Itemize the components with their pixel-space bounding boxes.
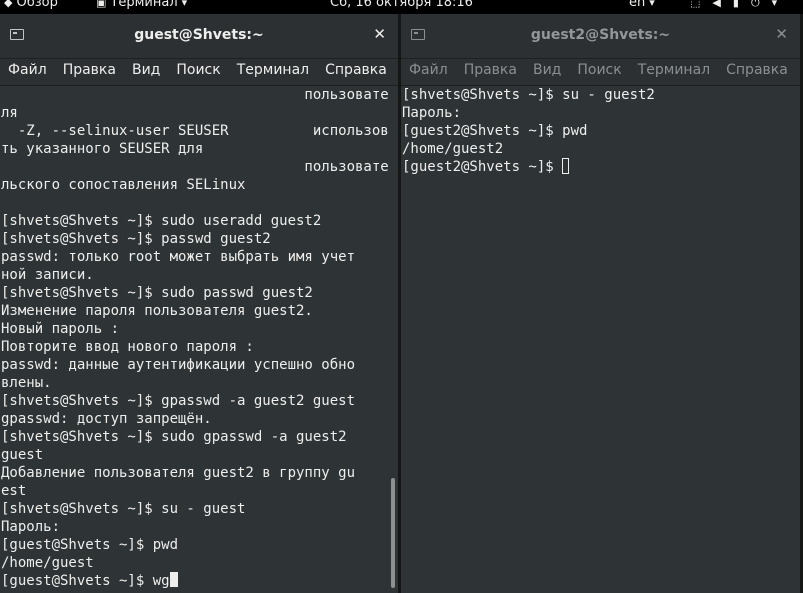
output-line: пользовате [1,87,389,103]
close-icon[interactable]: ✕ [373,25,386,43]
activities-icon: ◆ [4,0,13,9]
output-line: [shvets@Shvets ~]$ su - guest [1,501,246,517]
output-line: gpasswd: доступ запрещён. [1,411,212,427]
window-titlebar[interactable]: guest2@Shvets:~ ✕ [401,14,800,59]
output-line: Пароль: [402,105,462,121]
menu-view[interactable]: Вид [124,59,168,85]
window-title: guest@Shvets:~ [134,27,264,43]
scrollbar[interactable] [388,86,398,593]
output-line: Новый пароль : [1,321,120,337]
menu-bar: Файл Правка Вид Поиск Терминал Справка [0,59,398,86]
dropdown-arrow-icon: ▾ [771,0,778,9]
terminal-output[interactable]: пользовате ля -Z, --selinux-user SEUSER … [0,86,398,593]
menu-bar: Файл Правка Вид Поиск Терминал Справка [401,59,800,86]
dropdown-arrow-icon: ▾ [181,0,188,9]
power-menu-icon: ⏻ [750,0,760,9]
menu-terminal[interactable]: Терминал [630,59,718,85]
output-line: passwd: только root может выбрать имя уч… [1,249,356,265]
output-line: ть указанного SEUSER для [1,141,204,157]
menu-edit[interactable]: Правка [456,59,525,85]
input-source-label: en [629,0,646,10]
menu-help[interactable]: Справка [718,59,796,85]
output-line: guest [1,447,44,463]
window-titlebar[interactable]: guest@Shvets:~ ✕ [0,14,398,59]
menu-help[interactable]: Справка [317,59,395,85]
gnome-top-bar: ◆ Обзор ▣ Терминал ▾ Сб, 16 октября 18:1… [0,0,803,14]
output-line: [shvets@Shvets ~]$ sudo useradd guest2 [1,213,322,229]
activities-label: Обзор [16,0,58,10]
output-line: -Z, --selinux-user SEUSER использова [1,123,398,139]
output-line: [guest@Shvets ~]$ pwd [1,537,179,553]
output-line: /home/guest [1,555,94,571]
terminal-text[interactable]: пользовате ля -Z, --selinux-user SEUSER … [0,86,398,590]
close-icon[interactable]: ✕ [775,25,788,43]
output-line: Изменение пароля пользователя guest2. [1,303,313,319]
menu-view[interactable]: Вид [525,59,569,85]
output-line: est [1,483,27,499]
output-line: [guest2@Shvets ~]$ pwd [402,123,588,139]
output-line: passwd: данные аутентификации успешно об… [1,357,356,373]
text-cursor [562,158,570,174]
terminal-app-icon: ▣ [96,0,107,9]
activities-button[interactable]: ◆ Обзор [4,0,58,9]
app-menu-label: Терминал [110,0,178,10]
network-icon: ⬚ [690,0,701,9]
volume-icon: ◀ [712,0,721,9]
output-line: ля [1,105,18,121]
output-line: [shvets@Shvets ~]$ gpasswd -a guest2 gue… [1,393,356,409]
output-line: [shvets@Shvets ~]$ sudo passwd guest2 [1,285,313,301]
prompt-line: [guest2@Shvets ~]$ [402,159,563,175]
terminal-output[interactable]: [shvets@Shvets ~]$ su - guest2 Пароль: [… [401,86,800,593]
output-line: /home/guest2 [402,141,504,157]
terminal-window-guest[interactable]: guest@Shvets:~ ✕ Файл Правка Вид Поиск Т… [0,14,398,593]
clock-label: Сб, 16 октября 18:16 [330,0,473,10]
output-line: ной записи. [1,267,94,283]
menu-search[interactable]: Поиск [569,59,629,85]
output-line: [shvets@Shvets ~]$ su - guest2 [402,87,655,103]
output-line: Повторите ввод нового пароля : [1,339,254,355]
output-line: Добавление пользователя guest2 в группу … [1,465,356,481]
terminal-window-guest2[interactable]: guest2@Shvets:~ ✕ Файл Правка Вид Поиск … [401,14,800,593]
output-line: Пароль: [1,519,61,535]
terminal-text[interactable]: [shvets@Shvets ~]$ su - guest2 Пароль: [… [401,86,800,176]
output-line: пользовате [1,159,389,175]
menu-search[interactable]: Поиск [168,59,228,85]
system-status-area[interactable]: ⬚ ◀ ▮ ⏻ ▾ [690,0,777,9]
menu-edit[interactable]: Правка [55,59,124,85]
output-line: влены. [1,375,52,391]
output-line: [shvets@Shvets ~]$ sudo gpasswd -a guest… [1,429,347,445]
input-source-button[interactable]: en ▾ [629,0,655,9]
clock[interactable]: Сб, 16 октября 18:16 [330,0,473,9]
scrollbar-thumb[interactable] [391,478,395,588]
window-title: guest2@Shvets:~ [530,27,671,43]
output-line: [shvets@Shvets ~]$ passwd guest2 [1,231,271,247]
app-menu-button[interactable]: ▣ Терминал ▾ [96,0,187,9]
battery-icon: ▮ [732,0,739,9]
text-cursor [169,572,178,587]
dropdown-arrow-icon: ▾ [649,0,655,9]
menu-terminal[interactable]: Терминал [229,59,317,85]
menu-file[interactable]: Файл [0,59,55,85]
menu-file[interactable]: Файл [401,59,456,85]
output-line: льского сопоставления SELinux [1,177,246,193]
prompt-line: [guest@Shvets ~]$ wg [1,573,170,589]
